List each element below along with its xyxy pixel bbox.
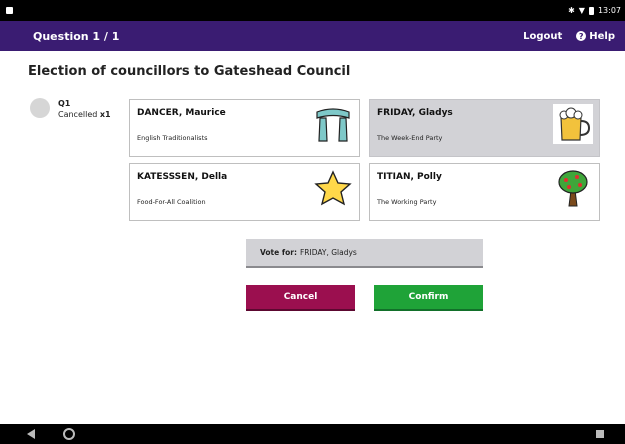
question-label: Q1 — [58, 99, 71, 108]
battery-icon — [588, 6, 594, 15]
bluetooth-icon: ✱ — [568, 6, 575, 15]
home-icon[interactable] — [63, 428, 75, 440]
vote-summary: Vote for: FRIDAY, Gladys — [246, 239, 483, 268]
star-icon — [314, 170, 352, 206]
candidate-card-titian[interactable]: TITIAN, Polly The Working Party — [369, 163, 600, 221]
candidate-party: The Week-End Party — [377, 134, 443, 142]
candidate-card-friday[interactable]: FRIDAY, Gladys The Week-End Party — [369, 99, 600, 157]
stonehenge-icon — [316, 108, 350, 142]
candidate-card-katesssen[interactable]: KATESSSEN, Della Food-For-All Coalition — [129, 163, 360, 221]
help-icon: ? — [576, 31, 587, 41]
clock: 13:07 — [597, 6, 621, 15]
help-button[interactable]: ? Help — [576, 31, 615, 42]
candidate-name: FRIDAY, Gladys — [377, 108, 453, 118]
candidate-name: KATESSSEN, Della — [137, 172, 228, 182]
election-title: Election of councillors to Gateshead Cou… — [28, 64, 351, 79]
back-icon[interactable] — [27, 429, 35, 439]
app-bar-actions: Logout ? Help — [523, 31, 615, 42]
candidate-name: TITIAN, Polly — [377, 172, 442, 182]
vote-summary-label: Vote for: — [260, 248, 297, 257]
candidate-party: English Traditionalists — [137, 134, 208, 142]
tree-icon — [558, 170, 588, 207]
candidate-name: DANCER, Maurice — [137, 108, 226, 118]
vote-summary-value: FRIDAY, Gladys — [299, 248, 357, 257]
status-bar: ✱ ▼ 13:07 — [0, 0, 625, 21]
app-bar: Question 1 / 1 Logout ? Help — [0, 21, 625, 51]
help-label: Help — [589, 30, 615, 42]
candidate-party: The Working Party — [377, 198, 437, 206]
status-icons: ✱ ▼ 13:07 — [568, 6, 621, 15]
recent-apps-icon[interactable] — [596, 430, 604, 438]
candidate-card-dancer[interactable]: DANCER, Maurice English Traditionalists — [129, 99, 360, 157]
navigation-bar — [0, 424, 625, 444]
question-title: Question 1 / 1 — [33, 29, 120, 43]
cancel-button[interactable]: Cancel — [246, 285, 355, 311]
question-status-dot — [30, 98, 50, 118]
confirm-button[interactable]: Confirm — [374, 285, 483, 311]
cancelled-status: Cancelled x1 — [58, 110, 111, 119]
wifi-icon: ▼ — [578, 6, 585, 15]
candidate-party: Food-For-All Coalition — [137, 198, 206, 206]
beer-mug-icon — [553, 104, 593, 144]
question-marker[interactable]: Q1 Cancelled x1 — [30, 98, 111, 120]
notification-icon — [6, 7, 13, 14]
logout-button[interactable]: Logout — [523, 31, 562, 42]
